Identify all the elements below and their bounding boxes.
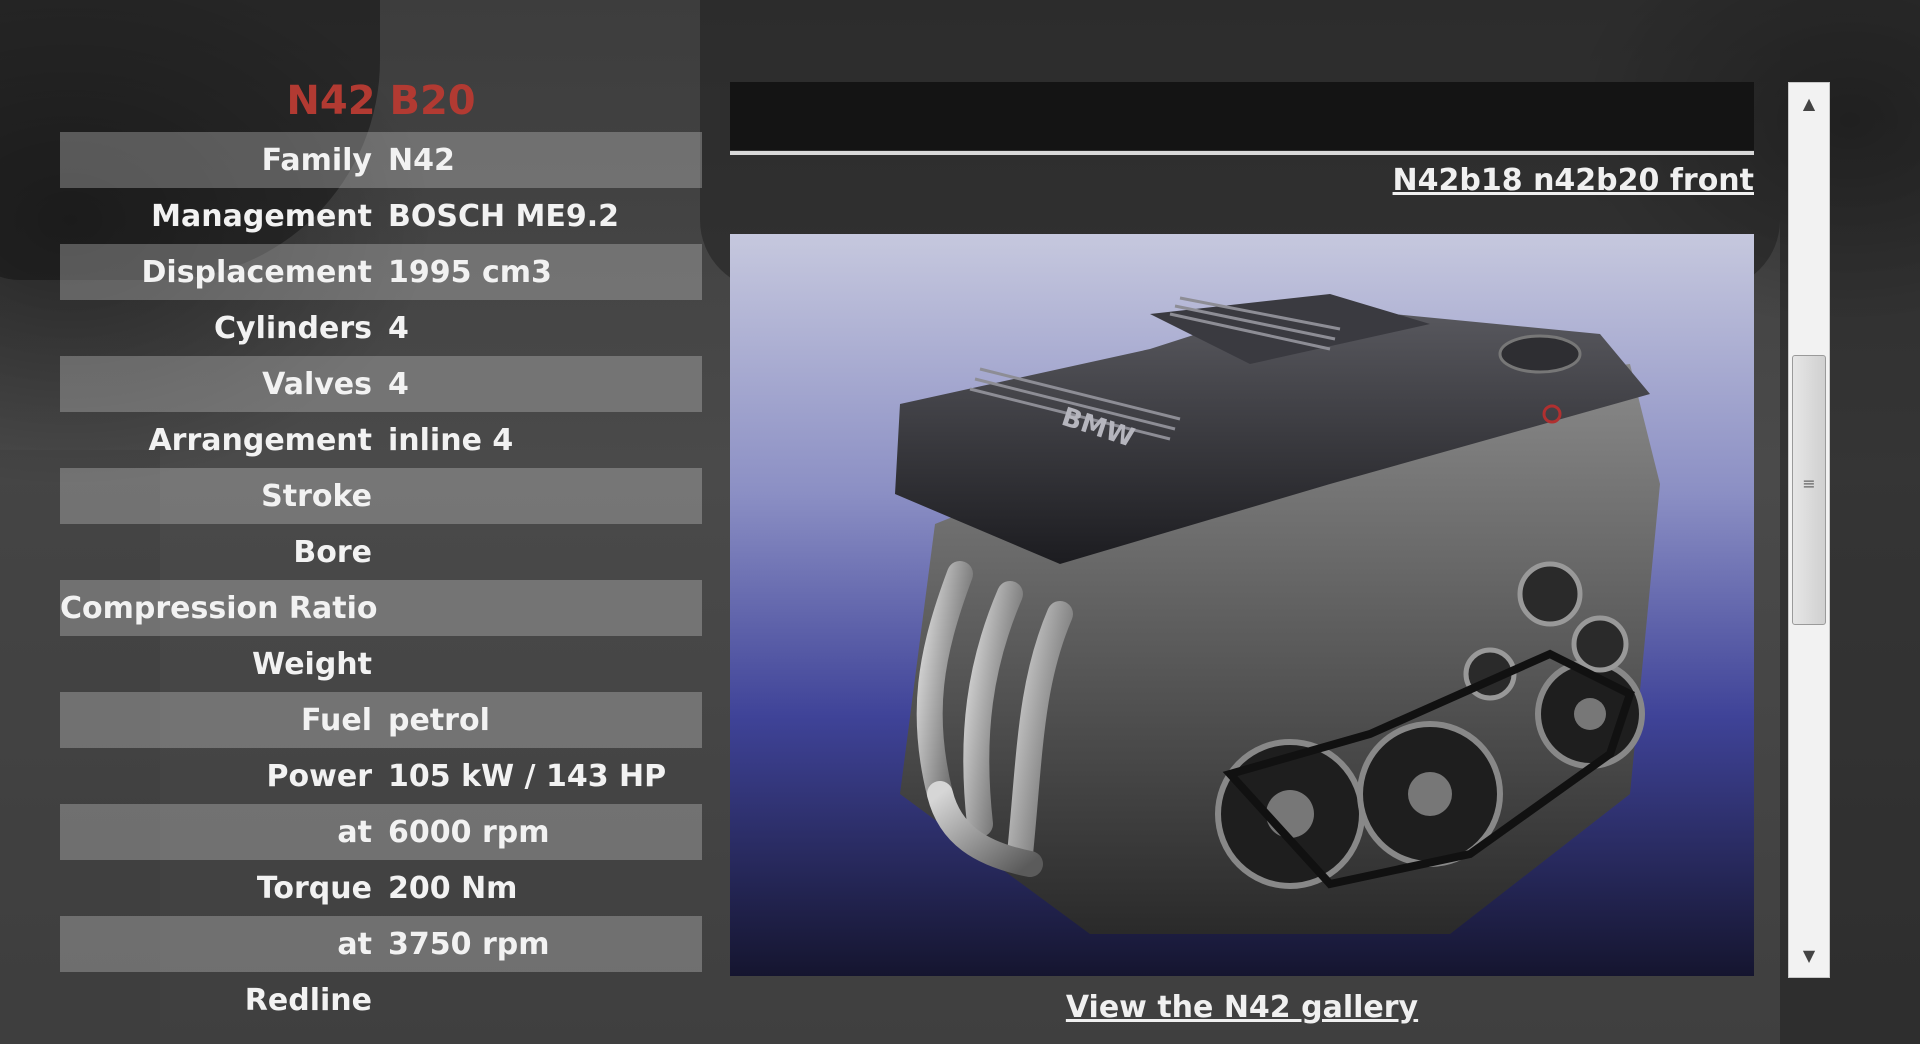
previous-image-strip xyxy=(730,82,1754,150)
spec-label: Weight xyxy=(252,646,372,682)
spec-label: at xyxy=(337,926,372,962)
spec-row-stroke: Stroke xyxy=(60,468,702,524)
spec-value: petrol xyxy=(388,702,490,738)
spec-table: Family N42 Management BOSCH ME9.2 Displa… xyxy=(60,132,702,1028)
spec-value: 4 xyxy=(388,310,409,346)
spec-value: 200 Nm xyxy=(388,870,518,906)
scroll-thumb[interactable]: ≡ xyxy=(1792,355,1826,625)
spec-label: Stroke xyxy=(261,478,372,514)
engine-title: N42 B20 xyxy=(286,78,476,124)
spec-label: Family xyxy=(261,142,372,178)
spec-label: Power xyxy=(266,758,372,794)
spec-label: Redline xyxy=(244,982,372,1018)
spec-label: Fuel xyxy=(301,702,372,738)
spec-row-redline: Redline xyxy=(60,972,702,1028)
spec-row-arrangement: Arrangement inline 4 xyxy=(60,412,702,468)
spec-label: Management xyxy=(151,198,372,234)
spec-row-power-rpm: at 6000 rpm xyxy=(60,804,702,860)
spec-value: BOSCH ME9.2 xyxy=(388,198,620,234)
scroll-down-arrow-icon[interactable]: ▼ xyxy=(1789,941,1829,971)
spec-label: Compression Ratio xyxy=(60,590,378,626)
spec-value: N42 xyxy=(388,142,455,178)
spec-row-torque-rpm: at 3750 rpm xyxy=(60,916,702,972)
spec-label: Arrangement xyxy=(148,422,372,458)
spec-row-fuel: Fuel petrol xyxy=(60,692,702,748)
spec-row-weight: Weight xyxy=(60,636,702,692)
spec-row-displacement: Displacement 1995 cm3 xyxy=(60,244,702,300)
spec-label: Bore xyxy=(293,534,372,570)
spec-value: 1995 cm3 xyxy=(388,254,552,290)
spec-row-torque: Torque 200 Nm xyxy=(60,860,702,916)
view-gallery-link[interactable]: View the N42 gallery xyxy=(730,976,1754,1040)
scroll-up-arrow-icon[interactable]: ▲ xyxy=(1789,89,1829,119)
spec-label: Cylinders xyxy=(214,310,372,346)
spec-label: at xyxy=(337,814,372,850)
spec-row-valves: Valves 4 xyxy=(60,356,702,412)
engine-illustration: BMW xyxy=(895,294,1660,934)
engine-photo[interactable]: BMW xyxy=(730,234,1754,976)
spec-row-power: Power 105 kW / 143 HP xyxy=(60,748,702,804)
image-caption-link[interactable]: N42b18 n42b20 front xyxy=(730,152,1754,210)
vertical-scrollbar[interactable]: ▲ ≡ ▼ xyxy=(1788,82,1830,978)
spec-row-management: Management BOSCH ME9.2 xyxy=(60,188,702,244)
spec-value: 6000 rpm xyxy=(388,814,550,850)
spec-row-family: Family N42 xyxy=(60,132,702,188)
spec-row-bore: Bore xyxy=(60,524,702,580)
spec-label: Torque xyxy=(256,870,372,906)
spec-label: Displacement xyxy=(141,254,372,290)
spec-value: inline 4 xyxy=(388,422,514,458)
spec-row-compression-ratio: Compression Ratio xyxy=(60,580,702,636)
spec-value: 105 kW / 143 HP xyxy=(388,758,667,794)
spec-label: Valves xyxy=(262,366,372,402)
spec-row-cylinders: Cylinders 4 xyxy=(60,300,702,356)
grip-icon: ≡ xyxy=(1802,474,1816,493)
spec-value: 4 xyxy=(388,366,409,402)
spec-value: 3750 rpm xyxy=(388,926,550,962)
